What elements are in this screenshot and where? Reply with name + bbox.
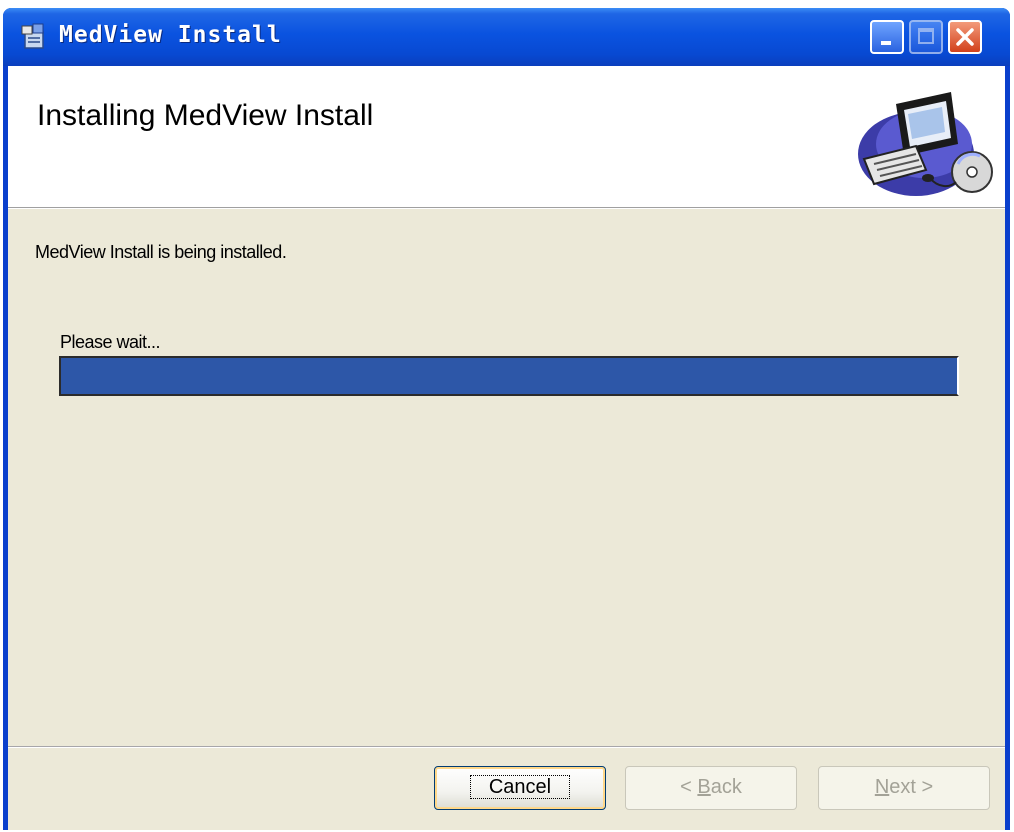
installer-icon bbox=[21, 23, 44, 49]
back-prefix: < bbox=[680, 776, 698, 798]
page-title: Installing MedView Install bbox=[37, 99, 374, 132]
close-button[interactable] bbox=[948, 20, 982, 54]
cancel-button-label: Cancel bbox=[469, 775, 571, 799]
next-button: Next > bbox=[818, 766, 990, 810]
header-banner: Installing MedView Install bbox=[8, 66, 1005, 208]
minimize-icon bbox=[881, 41, 891, 45]
back-button: < Back bbox=[625, 766, 797, 810]
progress-bar bbox=[59, 356, 959, 396]
next-label-rest: ext > bbox=[889, 776, 934, 798]
cancel-button[interactable]: Cancel bbox=[434, 766, 606, 810]
installer-window: MedView Install Installing MedView Insta… bbox=[3, 8, 1010, 830]
window-title: MedView Install bbox=[59, 22, 282, 48]
banner-divider bbox=[8, 208, 1005, 209]
maximize-icon bbox=[918, 28, 934, 44]
footer-divider-highlight bbox=[8, 747, 1005, 748]
computer-cd-icon bbox=[858, 92, 993, 196]
progress-fill bbox=[61, 358, 957, 394]
back-label-rest: ack bbox=[710, 776, 742, 798]
back-accelerator: B bbox=[697, 776, 711, 798]
install-status-text: MedView Install is being installed. bbox=[35, 242, 287, 262]
maximize-button bbox=[909, 20, 943, 54]
title-bar[interactable]: MedView Install bbox=[3, 8, 1010, 66]
dialog-body: Installing MedView Install MedView Insta… bbox=[8, 66, 1005, 830]
minimize-button[interactable] bbox=[870, 20, 904, 54]
next-accelerator: N bbox=[874, 776, 890, 798]
close-icon bbox=[956, 28, 974, 46]
wait-label: Please wait... bbox=[60, 332, 161, 352]
